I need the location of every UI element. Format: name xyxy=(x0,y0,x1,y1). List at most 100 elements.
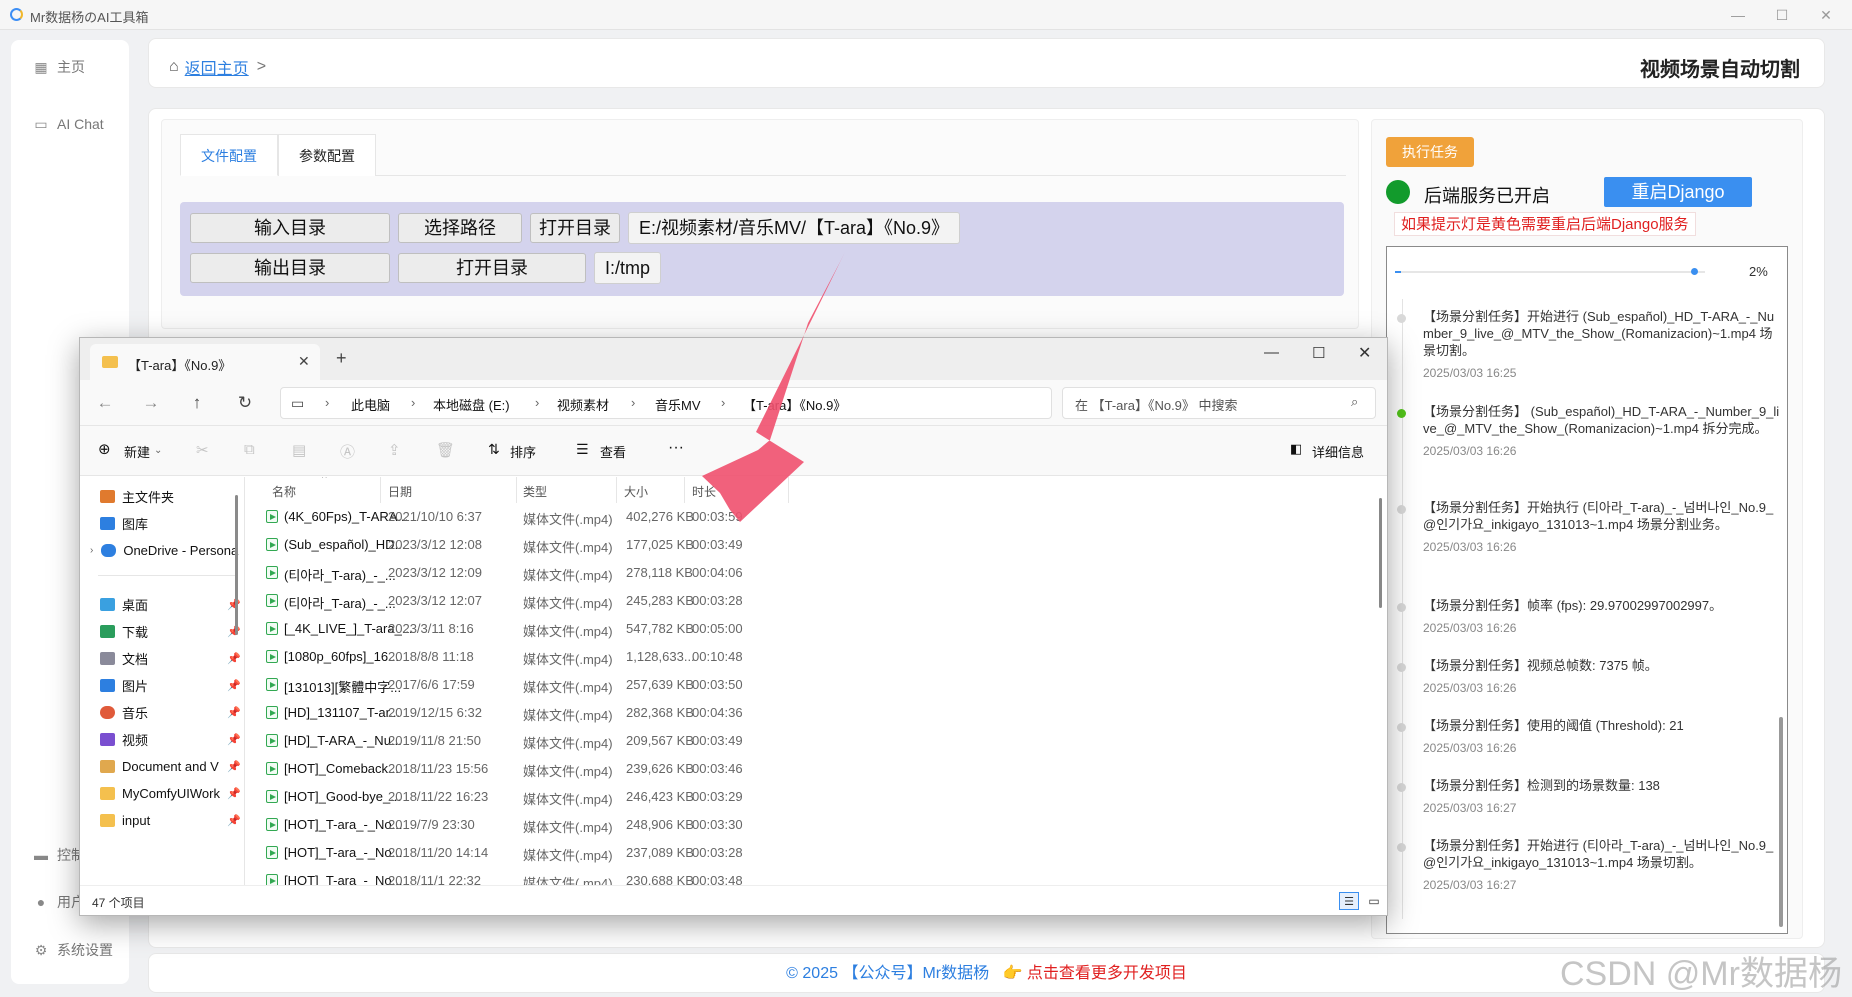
explorer-toolbar: ⊕ 新建 ⌄ ✂ ⧉ ▤ Ⓐ ⇪ 🗑 ⇅ 排序 ☰ 查看 ··· ◧ 详细信息 xyxy=(80,426,1387,476)
breadcrumb-drive[interactable]: 本地磁盘 (E:) xyxy=(433,395,510,414)
sort-button[interactable]: 排序 xyxy=(510,442,536,461)
nav-item-mycomfyuiwork[interactable]: MyComfyUIWork 📌 xyxy=(100,780,244,806)
nav-item-music[interactable]: 音乐 📌 xyxy=(100,699,244,725)
column-date[interactable]: 日期 xyxy=(388,483,412,500)
log-scrollbar[interactable] xyxy=(1779,717,1783,927)
table-row[interactable]: [1080p_60fps]_16... 2018/8/8 11:18 媒体文件(.m… xyxy=(260,643,1373,671)
output-dir-button[interactable]: 输出目录 xyxy=(190,253,390,283)
explorer-minimize-icon[interactable]: — xyxy=(1264,344,1279,361)
open-output-dir-button[interactable]: 打开目录 xyxy=(398,253,586,283)
share-icon[interactable]: ⇪ xyxy=(388,441,401,459)
tiles-view-icon[interactable]: ▭ xyxy=(1365,892,1383,910)
tab-file-config[interactable]: 文件配置 xyxy=(180,134,278,176)
table-row[interactable]: [HD]_T-ARA_-_Nu... 2019/11/8 21:50 媒体文件(.m… xyxy=(260,727,1373,755)
table-row[interactable]: [131013][繁體中字... 2017/6/6 17:59 媒体文件(.mp4)… xyxy=(260,671,1373,699)
nav-item-documents[interactable]: 文档 📌 xyxy=(100,645,244,671)
table-row[interactable]: [HOT]_T-ara_-_No... 2018/11/20 14:14 媒体文件(… xyxy=(260,839,1373,867)
address-bar[interactable]: ▭ › 此电脑 › 本地磁盘 (E:) › 视频素材 › 音乐MV › 【T-a… xyxy=(280,387,1052,419)
nav-scrollbar[interactable] xyxy=(235,495,238,635)
choose-path-button[interactable]: 选择路径 xyxy=(398,213,522,243)
sidebar-item-home[interactable]: ▦ 主页 xyxy=(11,49,129,85)
file-size: 547,782 KB xyxy=(626,621,694,636)
breadcrumb-music-mv[interactable]: 音乐MV xyxy=(655,395,701,414)
pin-icon: 📌 xyxy=(227,652,241,665)
file-size: 278,118 KB xyxy=(626,565,693,580)
file-duration: 00:03:50 xyxy=(692,677,743,692)
explorer-tab[interactable]: 【T-ara】《No.9》 ✕ xyxy=(90,344,320,380)
paste-icon[interactable]: ▤ xyxy=(292,441,306,459)
table-row[interactable]: [HOT]_T-ara_-_No... 2019/7/9 23:30 媒体文件(.m… xyxy=(260,811,1373,839)
execute-task-button[interactable]: 执行任务 xyxy=(1386,137,1474,167)
restart-django-button[interactable]: 重启Django xyxy=(1604,177,1752,207)
column-size[interactable]: 大小 xyxy=(624,483,648,500)
table-row[interactable]: [_4K_LIVE_]_T-ara_... 2023/3/11 8:16 媒体文件(… xyxy=(260,615,1373,643)
explorer-maximize-icon[interactable]: ☐ xyxy=(1312,344,1325,362)
details-view-icon[interactable]: ☰ xyxy=(1339,892,1359,910)
maximize-icon[interactable]: ☐ xyxy=(1770,4,1794,26)
column-name[interactable]: 名称 xyxy=(272,483,296,500)
input-path-field[interactable]: E:/视频素材/音乐MV/【T-ara】《No.9》 xyxy=(628,212,961,244)
copy-icon[interactable]: ⧉ xyxy=(244,441,255,458)
new-tab-button[interactable]: + xyxy=(336,348,347,369)
file-size: 246,423 KB xyxy=(626,789,694,804)
table-row[interactable]: (Sub_español)_HD... 2023/3/12 12:08 媒体文件(.… xyxy=(260,531,1373,559)
sidebar-item-ai-chat[interactable]: ▭ AI Chat xyxy=(11,106,129,142)
forward-arrow-icon[interactable]: → xyxy=(140,392,162,414)
nav-item-videos[interactable]: 视频 📌 xyxy=(100,726,244,752)
view-button[interactable]: 查看 xyxy=(600,442,626,461)
back-arrow-icon[interactable]: ← xyxy=(94,392,116,414)
table-row[interactable]: [HOT]_T-ara_-_No... 2018/11/1 22:32 媒体文件(.… xyxy=(260,867,1373,885)
nav-item-onedrive[interactable]: › OneDrive - Persona xyxy=(90,537,244,563)
folder-icon xyxy=(100,813,115,827)
file-type: 媒体文件(.mp4) xyxy=(523,820,613,835)
output-path-field[interactable]: I:/tmp xyxy=(594,252,662,284)
back-home-link[interactable]: 返回主页 xyxy=(185,55,249,79)
nav-item-pictures[interactable]: 图片 📌 xyxy=(100,672,244,698)
file-name: [HOT]_T-ara_-_No... xyxy=(284,845,403,860)
nav-item-downloads[interactable]: 下载📌 xyxy=(100,618,244,644)
column-duration[interactable]: 时长 xyxy=(692,483,716,500)
close-icon[interactable]: ✕ xyxy=(1814,4,1838,26)
file-duration: 00:05:00 xyxy=(692,621,743,636)
explorer-close-icon[interactable]: ✕ xyxy=(1358,343,1371,363)
rename-icon[interactable]: Ⓐ xyxy=(340,441,355,462)
log-time: 2025/03/03 16:25 xyxy=(1423,366,1517,380)
nav-item-document-and-v[interactable]: Document and V 📌 xyxy=(100,753,244,779)
open-input-dir-button[interactable]: 打开目录 xyxy=(530,213,620,243)
table-row[interactable]: [HD]_131107_T-ar... 2019/12/15 6:32 媒体文件(.… xyxy=(260,699,1373,727)
tab-param-config[interactable]: 参数配置 xyxy=(278,134,376,176)
explorer-search-input[interactable]: 在 【T-ara】《No.9》 中搜索 ⌕ xyxy=(1062,387,1376,419)
timeline-dot-active xyxy=(1397,409,1406,418)
video-file-icon xyxy=(266,650,278,663)
nav-item-desktop[interactable]: 桌面📌 xyxy=(100,591,244,617)
nav-item-input[interactable]: input 📌 xyxy=(100,807,244,833)
table-row[interactable]: [HOT]_Good-bye_... 2018/11/22 16:23 媒体文件(.… xyxy=(260,783,1373,811)
breadcrumb-this-pc[interactable]: 此电脑 xyxy=(351,395,390,414)
sidebar-item-settings[interactable]: ⚙ 系统设置 xyxy=(11,932,129,968)
file-list-scrollbar[interactable] xyxy=(1379,498,1382,608)
delete-icon[interactable]: 🗑 xyxy=(436,441,455,459)
nav-item-home[interactable]: 主文件夹 xyxy=(100,483,244,509)
more-projects-link[interactable]: 👉 点击查看更多开发项目 xyxy=(1002,965,1186,982)
log-entry: 【场景分割任务】开始执行 (티아라_T-ara)_-_넘버나인_No.9_@인기… xyxy=(1397,499,1783,554)
minimize-icon[interactable]: — xyxy=(1726,4,1750,26)
column-type[interactable]: 类型 xyxy=(523,483,547,500)
new-button[interactable]: 新建 xyxy=(124,442,150,461)
more-options-button[interactable]: ··· xyxy=(668,439,684,457)
nav-item-gallery[interactable]: 图库 xyxy=(100,510,244,536)
refresh-icon[interactable]: ↻ xyxy=(234,392,256,414)
table-row[interactable]: (4K_60Fps)_T-ARA... 2021/10/10 6:37 媒体文件(.… xyxy=(260,503,1373,531)
close-tab-icon[interactable]: ✕ xyxy=(298,353,310,370)
file-duration: 00:03:49 xyxy=(692,537,743,552)
cut-icon[interactable]: ✂ xyxy=(196,441,209,459)
up-arrow-icon[interactable]: ↑ xyxy=(186,392,208,414)
breadcrumb-video-material[interactable]: 视频素材 xyxy=(557,395,609,414)
log-time: 2025/03/03 16:27 xyxy=(1423,801,1517,815)
file-date: 2017/6/6 17:59 xyxy=(388,677,475,692)
table-row[interactable]: [HOT]_Comeback... 2018/11/23 15:56 媒体文件(.m… xyxy=(260,755,1373,783)
details-button[interactable]: 详细信息 xyxy=(1312,442,1364,461)
table-row[interactable]: (티아라_T-ara)_-_... 2023/3/12 12:09 媒体文件(.mp… xyxy=(260,559,1373,587)
table-row[interactable]: (티아라_T-ara)_-_... 2023/3/12 12:07 媒体文件(.mp… xyxy=(260,587,1373,615)
breadcrumb-current-folder[interactable]: 【T-ara】《No.9》 xyxy=(743,395,846,414)
input-dir-button[interactable]: 输入目录 xyxy=(190,213,390,243)
